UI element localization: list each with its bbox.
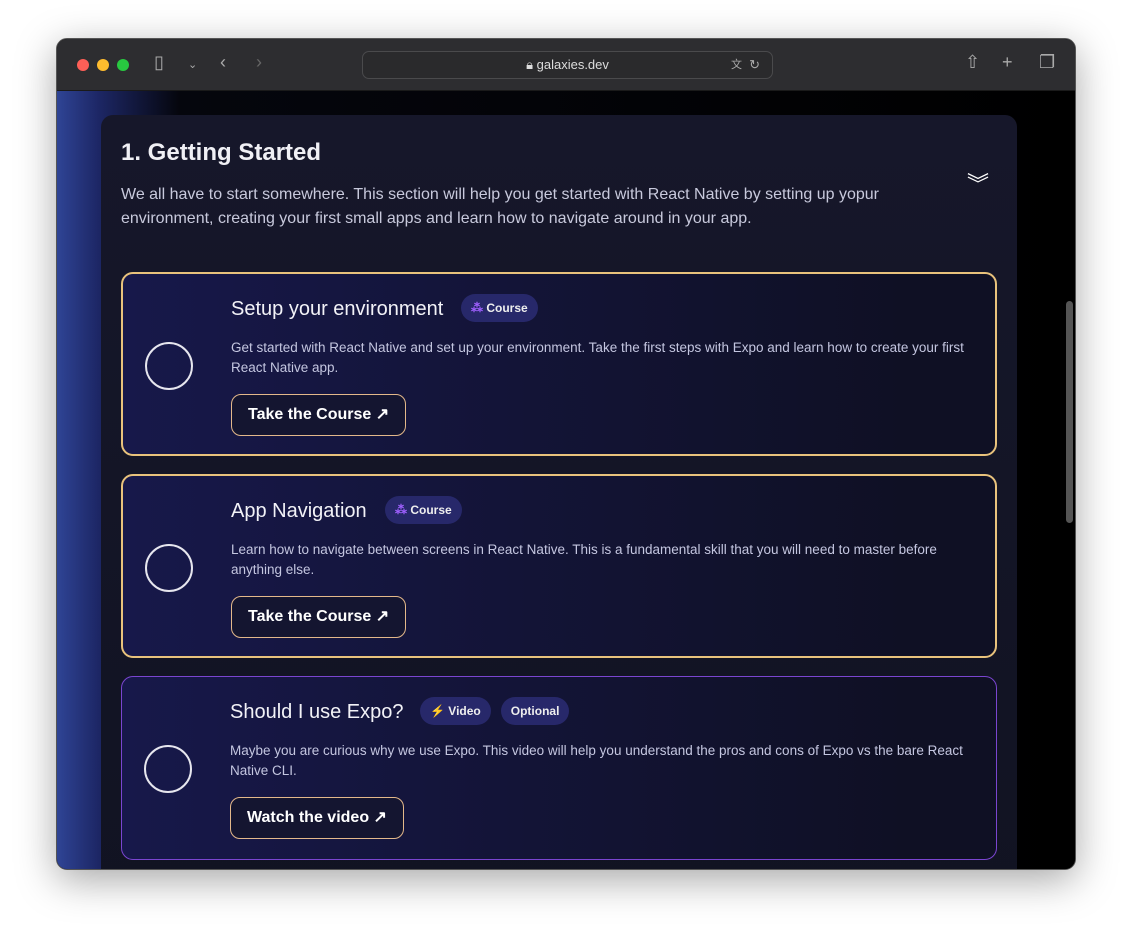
- lesson-title: Should I use Expo?: [230, 701, 404, 723]
- section-intro: We all have to start somewhere. This sec…: [121, 186, 879, 227]
- optional-badge: Optional: [500, 697, 570, 725]
- video-badge: ⚡ Video: [420, 697, 491, 725]
- lesson-card: Setup your environment ⁂ Course Get star…: [121, 272, 997, 456]
- chevron-down-icon[interactable]: ⌄: [188, 58, 197, 71]
- sidebar-icon[interactable]: ▯: [154, 52, 164, 73]
- reload-icon[interactable]: ↻: [749, 52, 760, 78]
- new-tab-icon[interactable]: +: [1002, 52, 1013, 73]
- collapse-chevron-icon[interactable]: ︾: [967, 167, 989, 199]
- browser-window: ▯ ⌄ ‹ › 🔒︎ galaxies.dev ↻ ⽂ ⇧ + ❐ 1. Get…: [56, 38, 1076, 870]
- completion-checkbox[interactable]: [145, 342, 193, 390]
- lesson-card: Should I use Expo? ⚡ Video Optional Maybe…: [121, 676, 997, 860]
- back-icon[interactable]: ‹: [220, 52, 226, 73]
- arrow-up-right-icon: ↗: [375, 608, 390, 625]
- course-badge: ⁂ Course: [385, 496, 462, 524]
- completion-checkbox[interactable]: [145, 544, 193, 592]
- url-text: galaxies.dev: [536, 57, 609, 72]
- course-badge: ⁂ Course: [461, 294, 538, 322]
- translate-icon[interactable]: ⽂: [731, 52, 742, 78]
- scrollbar-thumb[interactable]: [1066, 301, 1073, 523]
- maximize-window-button[interactable]: [117, 59, 129, 71]
- lesson-card: App Navigation ⁂ Course Learn how to nav…: [121, 474, 997, 658]
- lightning-icon: ⚡: [430, 704, 449, 718]
- browser-toolbar: ▯ ⌄ ‹ › 🔒︎ galaxies.dev ↻ ⽂ ⇧ + ❐: [57, 39, 1075, 91]
- section-panel: 1. Getting Started We all have to start …: [101, 115, 1017, 869]
- minimize-window-button[interactable]: [97, 59, 109, 71]
- share-icon[interactable]: ⇧: [965, 52, 980, 73]
- section-title: 1. Getting Started: [121, 139, 322, 166]
- lesson-description: Learn how to navigate between screens in…: [231, 542, 937, 577]
- page-content: 1. Getting Started We all have to start …: [57, 91, 1075, 869]
- lesson-title: Setup your environment: [231, 298, 444, 320]
- lesson-description: Maybe you are curious why we use Expo. T…: [230, 743, 963, 778]
- tabs-overview-icon[interactable]: ❐: [1039, 52, 1055, 73]
- watch-video-button[interactable]: Watch the video ↗: [230, 797, 404, 839]
- course-icon: ⁂: [395, 503, 411, 517]
- course-icon: ⁂: [471, 301, 487, 315]
- lesson-title: App Navigation: [231, 500, 367, 522]
- address-bar[interactable]: 🔒︎ galaxies.dev ↻ ⽂: [362, 51, 773, 79]
- close-window-button[interactable]: [77, 59, 89, 71]
- take-course-button[interactable]: Take the Course ↗: [231, 394, 407, 436]
- arrow-up-right-icon: ↗: [375, 406, 390, 423]
- lesson-description: Get started with React Native and set up…: [231, 340, 964, 375]
- arrow-up-right-icon: ↗: [373, 809, 387, 826]
- forward-icon[interactable]: ›: [256, 52, 262, 73]
- take-course-button[interactable]: Take the Course ↗: [231, 596, 407, 638]
- lock-icon: 🔒︎: [526, 57, 537, 72]
- completion-checkbox[interactable]: [144, 745, 192, 793]
